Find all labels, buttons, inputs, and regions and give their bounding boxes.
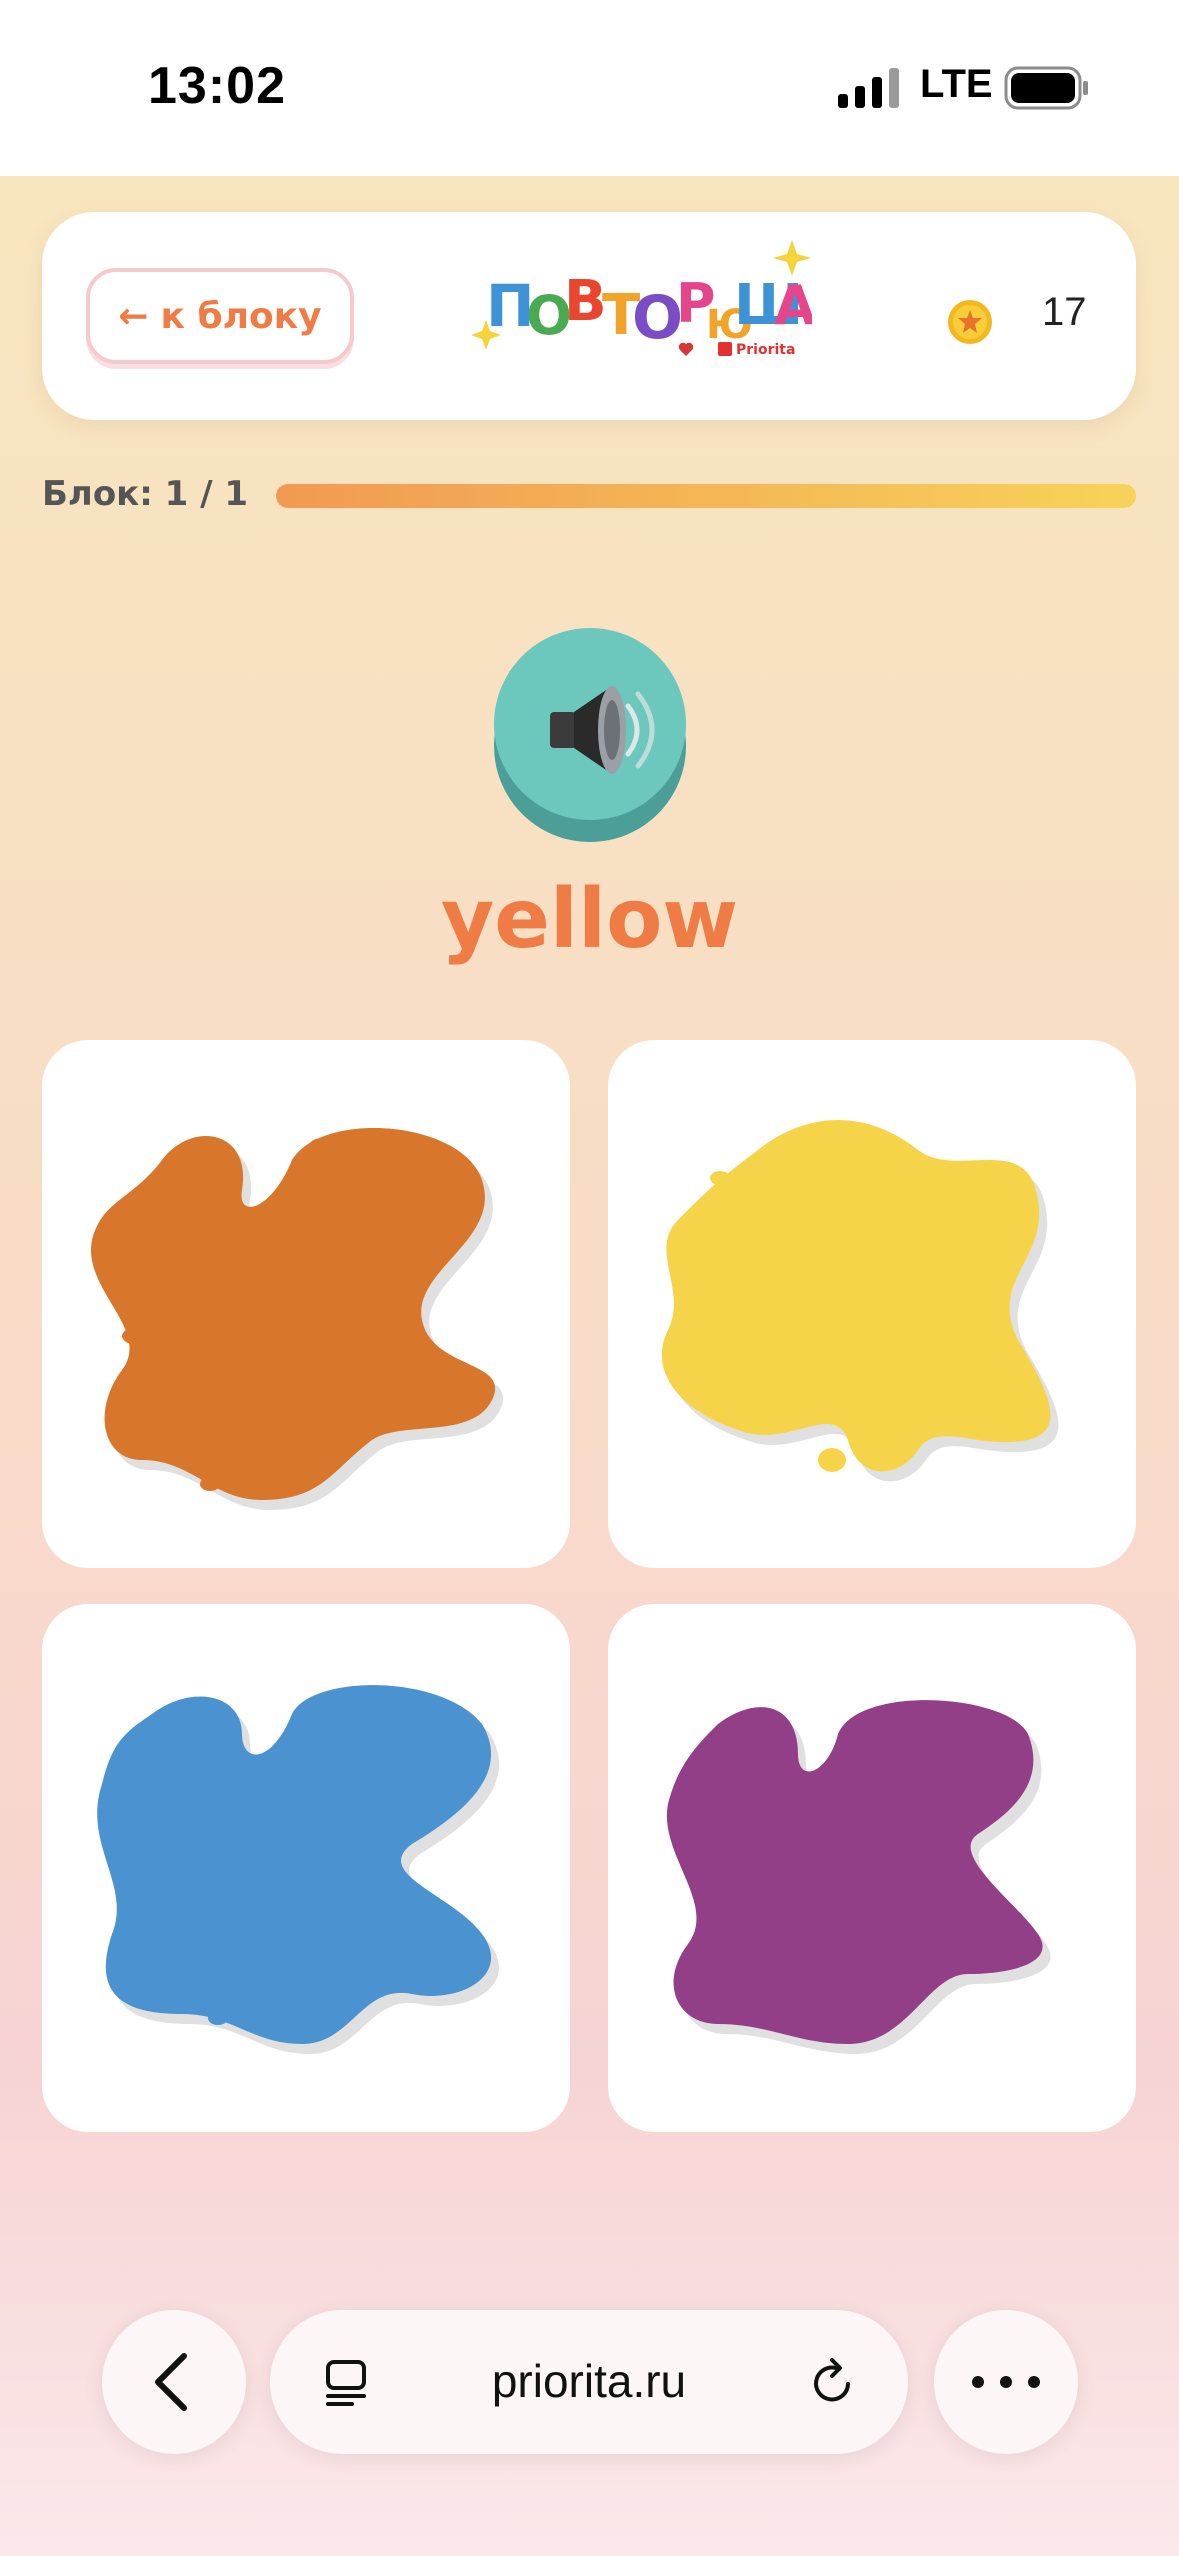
progress-label: Блок: 1 / 1 [42,474,249,514]
browser-toolbar: priorita.ru [0,2310,1179,2556]
more-options-button[interactable] [934,2310,1078,2454]
purple-paint-splash [666,1700,1051,2054]
coins-count: 17 [1042,290,1087,334]
back-to-block-button[interactable]: ← к блоку [86,268,354,364]
back-button-label: к блоку [160,295,322,337]
answer-card-blue[interactable] [42,1604,570,2132]
answer-card-yellow[interactable] [608,1040,1136,1568]
network-label: LTE [920,62,993,106]
address-bar[interactable]: priorita.ru [270,2310,908,2454]
status-bar: 13:02 LTE [0,0,1179,176]
play-sound-button[interactable] [494,628,686,842]
povtoryusha-logo[interactable]: П О В Т О Р Ю Ш А Priorita [472,238,812,368]
cellular-signal-icon [838,68,899,108]
progress-bar [276,484,1136,508]
block-progress: Блок: 1 / 1 [42,474,1136,514]
answer-card-purple[interactable] [608,1604,1136,2132]
status-time: 13:02 [148,57,286,115]
app-content: ← к блоку П О В Т О Р Ю Ш А Priorita 17 [0,176,1179,2556]
answer-card-orange[interactable] [42,1040,570,1568]
ellipsis-icon [972,2376,1040,2388]
yellow-paint-splash [661,1120,1059,1482]
logo-subtext: Priorita [736,342,795,358]
header-card: ← к блоку П О В Т О Р Ю Ш А Priorita 17 [42,212,1136,420]
reload-icon[interactable] [806,2356,860,2410]
browser-back-button[interactable] [102,2310,246,2454]
svg-text:В: В [564,269,607,334]
arrow-left-icon: ← [118,295,149,337]
star-coin-icon [948,300,992,344]
svg-text:А: А [774,274,812,337]
battery-icon [1004,66,1088,110]
chevron-left-icon [155,2353,187,2411]
orange-paint-splash [91,1127,504,1510]
target-word: yellow [440,872,739,967]
blue-paint-splash [97,1685,500,2054]
